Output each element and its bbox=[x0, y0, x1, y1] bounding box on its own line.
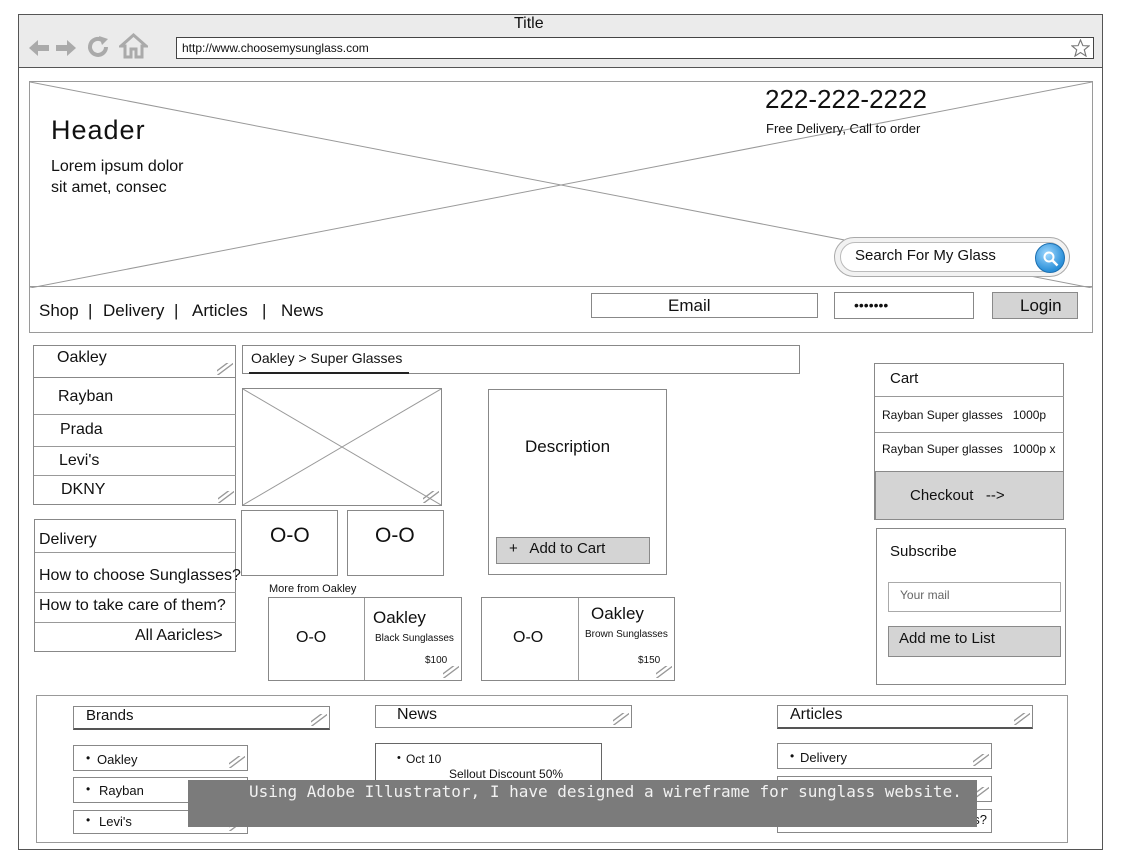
add-me-label: Add me to List bbox=[899, 630, 995, 647]
bullet: • bbox=[86, 813, 91, 827]
header-subtitle: sit amet, consec bbox=[51, 179, 167, 196]
bullet: • bbox=[86, 751, 91, 765]
nav-item-news[interactable]: News bbox=[281, 301, 324, 321]
cart-title: Cart bbox=[890, 370, 919, 387]
nav-separator: | bbox=[88, 301, 93, 320]
brand-dkny[interactable]: DKNY bbox=[61, 481, 105, 499]
divider bbox=[35, 592, 236, 593]
bookmark-star-icon[interactable] bbox=[1071, 39, 1090, 57]
article-link[interactable]: How to choose Sunglasses? bbox=[39, 567, 241, 585]
brand-list-corner bbox=[216, 487, 236, 505]
bullet: • bbox=[397, 752, 401, 764]
nav-item-articles[interactable]: Articles bbox=[192, 301, 248, 321]
divider bbox=[34, 475, 236, 476]
related-thumbnail: O-O bbox=[513, 629, 544, 646]
search-icon[interactable] bbox=[1035, 243, 1065, 273]
related-price: $150 bbox=[638, 655, 661, 666]
subscribe-placeholder: Your mail bbox=[900, 588, 950, 602]
password-value: ••••••• bbox=[854, 297, 889, 313]
divider bbox=[578, 598, 579, 680]
cart-item: Rayban Super glasses 1000p bbox=[882, 408, 1047, 422]
related-price: $100 bbox=[425, 655, 448, 666]
header-subtitle: Lorem ipsum dolor bbox=[51, 158, 184, 175]
nav-item-delivery[interactable]: Delivery bbox=[103, 301, 164, 321]
related-name: Black Sunglasses bbox=[375, 633, 454, 644]
search-placeholder: Search For My Glass bbox=[855, 247, 996, 264]
footer-article-name: Delivery bbox=[800, 750, 847, 765]
login-label: Login bbox=[1020, 296, 1062, 315]
forward-icon[interactable] bbox=[55, 38, 77, 58]
divider bbox=[35, 552, 236, 553]
header-divider bbox=[29, 286, 1093, 287]
subscribe-title: Subscribe bbox=[890, 543, 957, 560]
thumbnail-label: O-O bbox=[270, 524, 310, 547]
footer-news-title: News bbox=[397, 706, 438, 723]
brand-prada[interactable]: Prada bbox=[60, 421, 103, 439]
divider bbox=[875, 396, 1064, 397]
email-placeholder: Email bbox=[668, 296, 711, 315]
nav-item-shop[interactable]: Shop bbox=[39, 301, 79, 321]
news-date: Oct 10 bbox=[406, 752, 442, 766]
nav-separator: | bbox=[174, 301, 179, 320]
more-from-heading: More from Oakley bbox=[269, 583, 357, 595]
phone-note: Free Delivery, Call to order bbox=[766, 121, 921, 136]
divider bbox=[35, 622, 236, 623]
divider bbox=[34, 446, 236, 447]
divider bbox=[875, 432, 1064, 433]
footer-brand-name: Levi's bbox=[99, 814, 132, 829]
breadcrumb-text[interactable]: Oakley > Super Glasses bbox=[251, 350, 402, 366]
news-text: Sellout Discount 50% bbox=[449, 767, 564, 781]
caption-text: Using Adobe Illustrator, I have designed… bbox=[249, 782, 962, 801]
brand-oakley[interactable]: Oakley bbox=[57, 349, 107, 367]
bullet: • bbox=[790, 749, 795, 763]
header-title: Header bbox=[51, 115, 146, 145]
brand-levis[interactable]: Levi's bbox=[59, 452, 99, 470]
address-url: http://www.choosemysunglass.com bbox=[182, 41, 369, 55]
all-articles-link[interactable]: All Aaricles> bbox=[135, 627, 223, 645]
back-icon[interactable] bbox=[28, 38, 50, 58]
bullet: • bbox=[86, 782, 91, 796]
footer-brand-name: Rayban bbox=[99, 783, 144, 798]
footer-articles-title: Articles bbox=[790, 706, 843, 723]
reload-icon[interactable] bbox=[86, 35, 110, 59]
product-image-placeholder bbox=[242, 388, 442, 506]
description-label: Description bbox=[525, 437, 611, 456]
related-name: Brown Sunglasses bbox=[585, 629, 668, 640]
nav-separator: | bbox=[262, 301, 267, 320]
related-brand: Oakley bbox=[591, 604, 644, 623]
footer-brand-name: Oakley bbox=[97, 752, 138, 767]
footer-brands-title: Brands bbox=[86, 707, 134, 724]
window-title: Title bbox=[514, 15, 544, 32]
home-icon[interactable] bbox=[119, 33, 148, 59]
divider bbox=[364, 598, 365, 680]
related-thumbnail: O-O bbox=[296, 629, 327, 646]
related-brand: Oakley bbox=[373, 608, 426, 627]
search-bar[interactable]: Search For My Glass bbox=[834, 237, 1070, 277]
thumbnail-label: O-O bbox=[375, 524, 415, 547]
divider bbox=[34, 414, 236, 415]
brand-rayban[interactable]: Rayban bbox=[58, 388, 113, 406]
article-link[interactable]: How to take care of them? bbox=[39, 597, 226, 615]
add-to-cart-label: + Add to Cart bbox=[509, 540, 606, 557]
checkout-label: Checkout --> bbox=[910, 487, 1005, 504]
breadcrumb-underline bbox=[249, 372, 409, 374]
cart-item: Rayban Super glasses 1000p x bbox=[882, 442, 1056, 456]
article-list-heading[interactable]: Delivery bbox=[39, 531, 97, 549]
phone-number: 222-222-2222 bbox=[765, 84, 927, 114]
